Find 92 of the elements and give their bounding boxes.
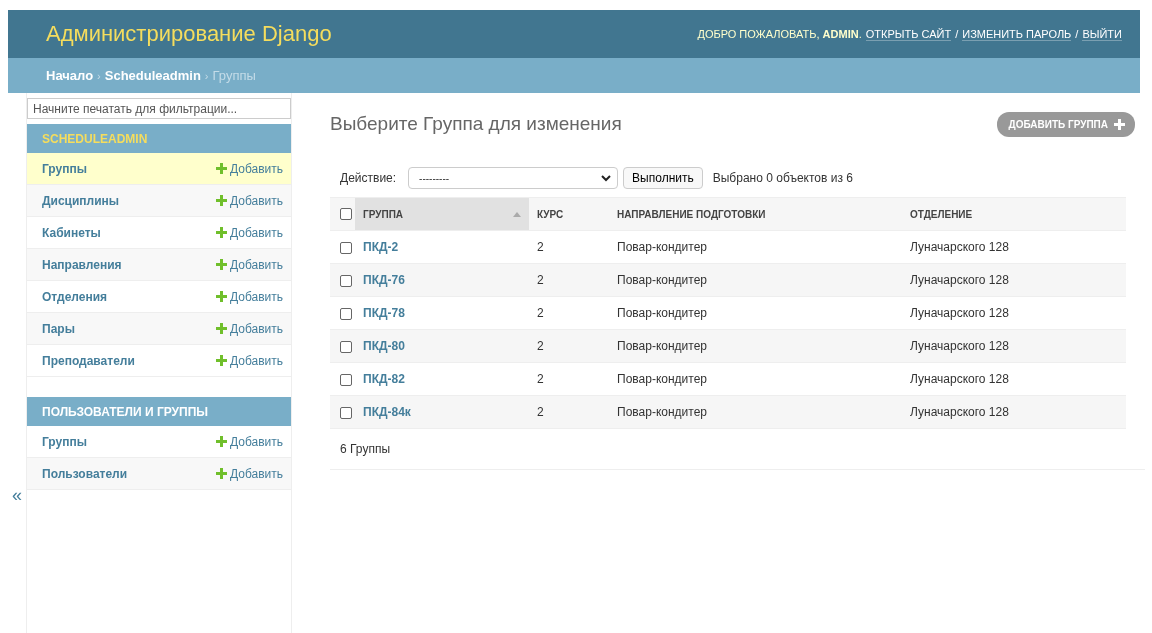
plus-icon — [215, 436, 227, 447]
group-link[interactable]: ПКД-2 — [363, 240, 399, 254]
group-link[interactable]: ПКД-80 — [363, 339, 405, 353]
plus-icon — [215, 259, 227, 270]
row-checkbox[interactable] — [340, 274, 352, 287]
add-link[interactable]: Добавить — [215, 434, 283, 449]
model-link[interactable]: Дисциплины — [42, 193, 120, 208]
model-link[interactable]: Пользователи — [42, 466, 128, 481]
table-cell: 2 — [537, 306, 544, 320]
breadcrumb-separator: › — [204, 69, 209, 82]
model-link[interactable]: Кабинеты — [42, 225, 101, 240]
model-link[interactable]: Отделения — [42, 289, 108, 304]
header-link[interactable]: ВЫЙТИ — [1082, 27, 1122, 41]
breadcrumb-separator: › — [97, 69, 101, 82]
model-link[interactable]: Направления — [42, 257, 122, 272]
column-header[interactable]: ГРУППА — [355, 197, 529, 231]
plus-icon — [215, 468, 227, 479]
model-row[interactable]: Группы Добавить — [27, 153, 291, 185]
add-link[interactable]: Добавить — [215, 353, 283, 368]
add-group-button[interactable]: ДОБАВИТЬ ГРУППА — [996, 111, 1135, 137]
row-checkbox[interactable] — [340, 373, 352, 386]
plus-icon — [215, 291, 227, 302]
row-checkbox[interactable] — [340, 340, 352, 353]
column-header[interactable]: ОТДЕЛЕНИЕ — [902, 197, 1126, 231]
model-row[interactable]: Пары Добавить — [27, 313, 291, 345]
add-link[interactable]: Добавить — [215, 466, 283, 481]
table-cell: 2 — [537, 273, 544, 287]
table-cell: Луначарского 128 — [910, 339, 1009, 353]
table-cell: Повар-кондитер — [617, 306, 707, 320]
model-link[interactable]: Пары — [42, 321, 75, 336]
plus-icon — [1114, 118, 1125, 130]
table-cell: Повар-кондитер — [617, 273, 707, 287]
link-separator: / — [955, 28, 959, 40]
run-button[interactable]: Выполнить — [623, 167, 703, 189]
table-cell: Луначарского 128 — [910, 405, 1009, 419]
header-link[interactable]: ОТКРЫТЬ САЙТ — [865, 27, 952, 41]
group-link[interactable]: ПКД-76 — [363, 273, 405, 287]
add-link[interactable]: Добавить — [215, 193, 283, 208]
row-checkbox[interactable] — [340, 307, 352, 320]
model-link[interactable]: Группы — [42, 161, 87, 176]
add-link[interactable]: Добавить — [215, 225, 283, 240]
table-cell: 2 — [537, 405, 544, 419]
group-link[interactable]: ПКД-84к — [363, 405, 411, 419]
table-cell: Повар-кондитер — [617, 372, 707, 386]
model-link[interactable]: Группы — [42, 434, 87, 449]
table-cell: 2 — [537, 339, 544, 353]
select-all-checkbox[interactable] — [340, 208, 352, 221]
breadcrumb-current: Группы — [212, 68, 256, 83]
sort-ascending-icon — [513, 211, 521, 217]
result-count: 6 Группы — [340, 442, 390, 456]
table-cell: 2 — [537, 240, 544, 254]
page-title: Выберите Группа для изменения — [330, 113, 622, 135]
site-title[interactable]: Администрирование Django — [46, 21, 332, 47]
row-checkbox[interactable] — [340, 406, 352, 419]
breadcrumb-link[interactable]: Scheduleadmin — [104, 68, 201, 83]
add-link[interactable]: Добавить — [215, 321, 283, 336]
table-cell: Луначарского 128 — [910, 273, 1009, 287]
table-cell: Повар-кондитер — [617, 339, 707, 353]
table-cell: Повар-кондитер — [617, 240, 707, 254]
model-row[interactable]: Дисциплины Добавить — [27, 185, 291, 217]
plus-icon — [215, 323, 227, 334]
add-link[interactable]: Добавить — [215, 161, 283, 176]
column-header[interactable]: НАПРАВЛЕНИЕ ПОДГОТОВКИ — [609, 197, 902, 231]
breadcrumb-link[interactable]: Начало — [46, 68, 94, 83]
table-cell: Луначарского 128 — [910, 306, 1009, 320]
row-checkbox[interactable] — [340, 241, 352, 254]
link-separator: / — [1075, 28, 1079, 40]
plus-icon — [215, 227, 227, 238]
model-row[interactable]: Пользователи Добавить — [27, 458, 291, 490]
action-select[interactable]: --------- — [408, 167, 619, 189]
column-header[interactable]: КУРС — [529, 197, 609, 231]
filter-field[interactable]: Начните печатать для фильтрации... — [27, 98, 291, 119]
chevron-down-icon — [601, 174, 612, 182]
collapse-sidebar-button[interactable]: « — [8, 485, 26, 506]
model-row[interactable]: Направления Добавить — [27, 249, 291, 281]
table-cell: 2 — [537, 372, 544, 386]
plus-icon — [215, 355, 227, 366]
header-link[interactable]: ИЗМЕНИТЬ ПАРОЛЬ — [962, 27, 1072, 41]
table-cell: Луначарского 128 — [910, 240, 1009, 254]
welcome-text: ДОБРО ПОЖАЛОВАТЬ, ADMIN. — [697, 28, 862, 40]
table-cell: Повар-кондитер — [617, 405, 707, 419]
table-cell: Луначарского 128 — [910, 372, 1009, 386]
plus-icon — [215, 163, 227, 174]
plus-icon — [215, 195, 227, 206]
selection-counter: Выбрано 0 объектов из 6 — [712, 171, 853, 185]
module-caption[interactable]: ПОЛЬЗОВАТЕЛИ И ГРУППЫ — [27, 397, 291, 426]
action-label: Действие: — [340, 171, 397, 185]
add-link[interactable]: Добавить — [215, 257, 283, 272]
model-link[interactable]: Преподаватели — [42, 353, 135, 368]
group-link[interactable]: ПКД-78 — [363, 306, 405, 320]
add-link[interactable]: Добавить — [215, 289, 283, 304]
group-link[interactable]: ПКД-82 — [363, 372, 405, 386]
